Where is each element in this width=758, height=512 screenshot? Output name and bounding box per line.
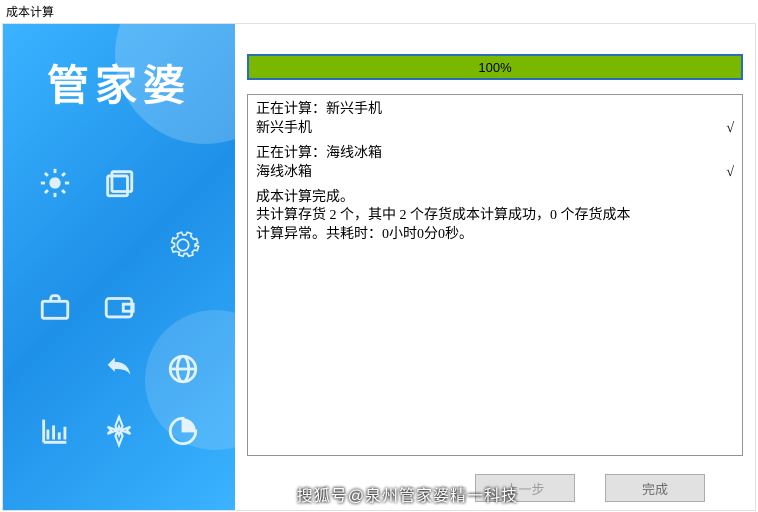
main-container: 管家婆 100% 正在计算：新兴手机 新兴手机 [2, 23, 756, 511]
stack-icon [102, 166, 136, 203]
wallet-icon [102, 290, 136, 327]
log-line: 新兴手机 √ [256, 120, 734, 139]
watermark: 搜狐号@泉州管家婆精一科技 [297, 482, 518, 506]
log-line: 共计算存货 2 个，其中 2 个存货成本计算成功，0 个存货成本 [256, 207, 734, 226]
log-line: 计算异常。共耗时：0小时0分0秒。 [256, 226, 734, 245]
briefcase-icon [38, 290, 72, 327]
main-panel: 100% 正在计算：新兴手机 新兴手机 √ 正在计算：海线冰箱 海线冰箱 √ 成… [235, 24, 755, 510]
log-line: 海线冰箱 √ [256, 164, 734, 183]
chart-icon [38, 414, 72, 451]
log-line: 正在计算：海线冰箱 [256, 145, 734, 164]
progress-bar: 100% [247, 54, 743, 80]
log-line: 正在计算：新兴手机 [256, 101, 734, 120]
finish-button[interactable]: 完成 [605, 474, 705, 502]
sidebar-icon-grid [3, 153, 235, 463]
star-icon [102, 414, 136, 451]
gear-icon [166, 228, 200, 265]
undo-icon [102, 352, 136, 389]
sidebar: 管家婆 [3, 24, 235, 510]
log-output[interactable]: 正在计算：新兴手机 新兴手机 √ 正在计算：海线冰箱 海线冰箱 √ 成本计算完成… [247, 94, 743, 456]
log-line: 成本计算完成。 [256, 189, 734, 208]
progress-label: 100% [249, 56, 741, 78]
brand-logo: 管家婆 [3, 52, 235, 113]
sun-icon [38, 166, 72, 203]
pie-icon [166, 414, 200, 451]
window-title: 成本计算 [0, 0, 758, 23]
globe-icon [166, 352, 200, 389]
